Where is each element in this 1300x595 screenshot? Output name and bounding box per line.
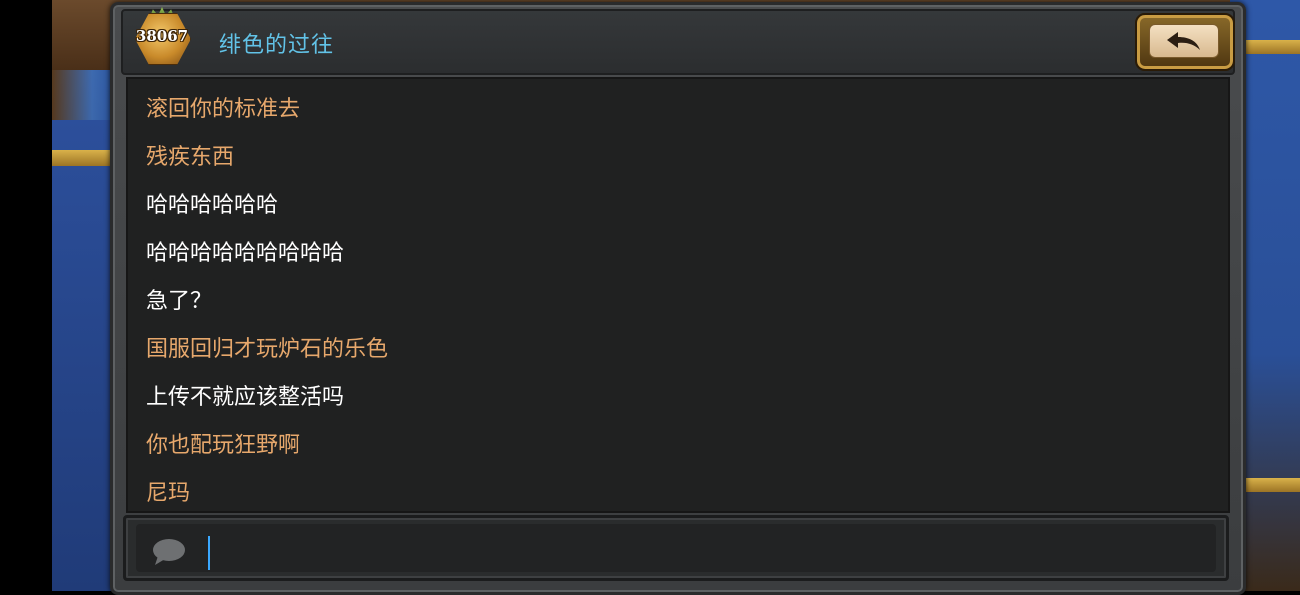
gold-trim-left — [52, 150, 112, 166]
friend-name: 绯色的过往 — [219, 33, 335, 58]
message-item: 哈哈哈哈哈哈哈哈哈 — [146, 241, 345, 266]
chat-bubble-icon — [153, 539, 185, 565]
text-caret — [208, 536, 210, 570]
message-item: 滚回你的标准去 — [146, 97, 301, 122]
message-item: 你也配玩狂野啊 — [146, 433, 301, 458]
rank-number: 38067 — [135, 27, 189, 45]
message-item: 残疾东西 — [146, 145, 235, 170]
message-item: 急了？ — [146, 289, 213, 314]
back-button-plate[interactable] — [1149, 24, 1219, 58]
message-item: 哈哈哈哈哈哈 — [146, 193, 279, 218]
board-left — [52, 120, 112, 591]
message-item: 上传不就应该整活吗 — [146, 385, 345, 410]
rank-gem-icon: 38067 — [127, 7, 197, 69]
message-list[interactable]: 滚回你的标准去 残疾东西 哈哈哈哈哈哈 哈哈哈哈哈哈哈哈哈 急了？ 国服回归才玩… — [126, 77, 1230, 513]
message-item: 尼玛 — [146, 481, 191, 506]
back-button[interactable] — [1135, 13, 1235, 71]
chat-window: 38067 绯色的过往 滚回你的标准去 残疾东西 哈哈哈哈哈哈 哈哈哈哈哈哈哈哈… — [110, 2, 1246, 595]
message-item: 国服回归才玩炉石的乐色 — [146, 337, 389, 362]
chat-header: 38067 绯色的过往 — [121, 7, 1235, 75]
chat-input-bar — [123, 515, 1229, 581]
back-arrow-icon — [1167, 32, 1200, 50]
chat-input[interactable] — [136, 524, 1216, 572]
